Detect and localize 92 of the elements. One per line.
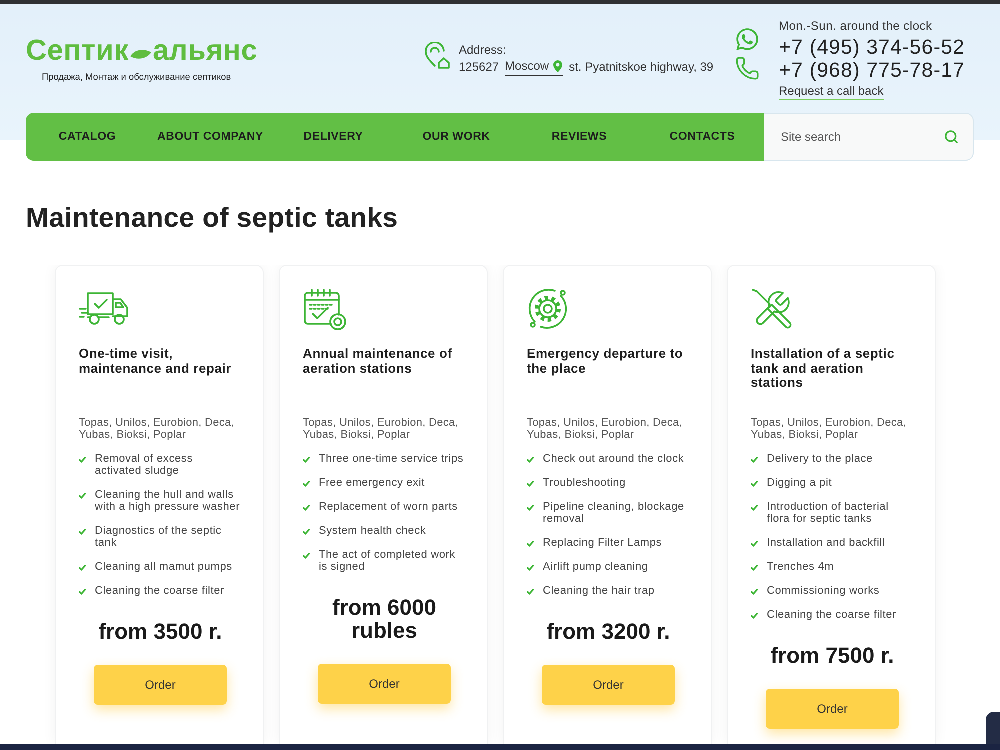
nav-link[interactable]: REVIEWS: [518, 113, 641, 161]
check-icon: [79, 493, 86, 499]
brands-text: Topas, Unilos, Eurobion, Deca, Yubas, Bioksi, Poplar: [751, 417, 908, 441]
logo-text: альянс: [152, 36, 258, 66]
brands-text: Topas, Unilos, Eurobion, Deca, Yubas, Bioksi, Poplar: [303, 417, 460, 441]
check-icon: [751, 481, 758, 487]
brands-text: Topas, Unilos, Eurobion, Deca, Yubas, Bioksi, Poplar: [79, 417, 236, 441]
check-icon: [527, 565, 534, 571]
nav-link[interactable]: ABOUT COMPANY: [149, 113, 272, 161]
feature-text: Delivery to the place: [767, 453, 874, 465]
price-text: from 7500 r.: [770, 644, 894, 667]
city-link[interactable]: Moscow: [505, 59, 564, 76]
check-icon: [527, 589, 534, 595]
callback-link[interactable]: Request a call back: [779, 84, 884, 100]
feature-text: Digging a pit: [767, 477, 834, 489]
phone-number-link[interactable]: +7 (495) 374-56-52: [779, 36, 965, 59]
check-icon: [527, 457, 534, 463]
order-button[interactable]: Order: [766, 689, 899, 729]
feature-text: Airlift pump cleaning: [543, 561, 650, 573]
working-hours-text: Mon.-Sun. around the clock: [779, 19, 932, 34]
feature-text: Installation and backfill: [767, 537, 886, 549]
check-icon: [79, 565, 86, 571]
nav-link[interactable]: DELIVERY: [272, 113, 395, 161]
search-field[interactable]: Site search: [764, 113, 974, 161]
order-button[interactable]: Order: [94, 665, 227, 705]
feature-text: Check out around the clock: [543, 453, 686, 465]
feature-text: Free emergency exit: [319, 477, 426, 489]
logo-tagline: Продажа, Монтаж и обслуживание септиков: [42, 71, 232, 83]
check-icon: [751, 457, 758, 463]
search-icon[interactable]: [944, 130, 959, 144]
card-title: Installation of a septic tank and aeration stations: [751, 347, 896, 390]
feature-text: Cleaning the hull and walls with a high pressure washer: [95, 489, 241, 513]
feature-text: Three one-time service trips: [319, 453, 465, 465]
map-pin-icon: [553, 60, 564, 73]
feature-text: Cleaning the hair trap: [543, 585, 656, 597]
whatsapp-icon[interactable]: [735, 27, 760, 52]
check-icon: [303, 457, 310, 463]
check-icon: [303, 529, 310, 535]
chat-widget-tab[interactable]: [986, 712, 1000, 744]
gear-icon: [527, 287, 569, 331]
calendar-icon: [303, 288, 347, 330]
feature-text: Commissioning works: [767, 585, 881, 597]
nav-link[interactable]: CONTACTS: [641, 113, 764, 161]
check-icon: [79, 589, 86, 595]
check-icon: [303, 553, 310, 559]
phone-number-link[interactable]: +7 (968) 775-78-17: [779, 59, 965, 82]
location-house-icon: [425, 42, 450, 69]
feature-text: Diagnostics of the septic tank: [95, 525, 223, 549]
card-title: One-time visit, maintenance and repair: [79, 347, 233, 376]
phone-icon[interactable]: [735, 56, 760, 81]
check-icon: [751, 565, 758, 571]
price-text: from 3200 r.: [546, 620, 670, 643]
feature-text: Cleaning the coarse filter: [95, 585, 226, 597]
check-icon: [527, 481, 534, 487]
check-icon: [527, 505, 534, 511]
feature-text: Cleaning the coarse filter: [767, 609, 898, 621]
check-icon: [79, 529, 86, 535]
address-label: Address:: [459, 43, 506, 58]
price-text: from 3500 r.: [98, 620, 222, 643]
postcode-text: 125627: [459, 60, 500, 75]
order-button[interactable]: Order: [318, 664, 451, 704]
page-title: Maintenance of septic tanks: [26, 201, 398, 235]
order-button[interactable]: Order: [542, 665, 675, 705]
check-icon: [79, 457, 86, 463]
card-title: Emergency departure to the place: [527, 347, 684, 376]
feature-text: Replacement of worn parts: [319, 501, 459, 513]
feature-text: System health check: [319, 525, 428, 537]
feature-text: Introduction of bacterial flora for septic tanks: [767, 501, 890, 525]
check-icon: [303, 505, 310, 511]
nav-link[interactable]: CATALOG: [26, 113, 149, 161]
check-icon: [751, 589, 758, 595]
feature-text: Troubleshooting: [543, 477, 627, 489]
check-icon: [751, 613, 758, 619]
price-text: from 6000 rubles: [332, 596, 438, 642]
nav-link[interactable]: OUR WORK: [395, 113, 518, 161]
feature-text: The act of completed work is signed: [319, 549, 457, 573]
brands-text: Topas, Unilos, Eurobion, Deca, Yubas, Bioksi, Poplar: [527, 417, 684, 441]
feature-text: Removal of excess activated sludge: [95, 453, 194, 477]
feature-text: Cleaning all mamut pumps: [95, 561, 234, 573]
card-title: Annual maintenance of aeration stations: [303, 347, 454, 376]
logo-text: Септик: [26, 36, 129, 66]
feature-text: Replacing Filter Lamps: [543, 537, 664, 549]
leaf-icon: [130, 48, 152, 60]
street-text: st. Pyatnitskoe highway, 39: [569, 60, 714, 75]
check-icon: [527, 541, 534, 547]
feature-text: Pipeline cleaning, blockage removal: [543, 501, 686, 525]
check-icon: [303, 481, 310, 487]
tools-icon: [751, 288, 793, 330]
feature-text: Trenches 4m: [767, 561, 836, 573]
truck-icon: [79, 292, 129, 326]
check-icon: [751, 541, 758, 547]
check-icon: [751, 505, 758, 511]
